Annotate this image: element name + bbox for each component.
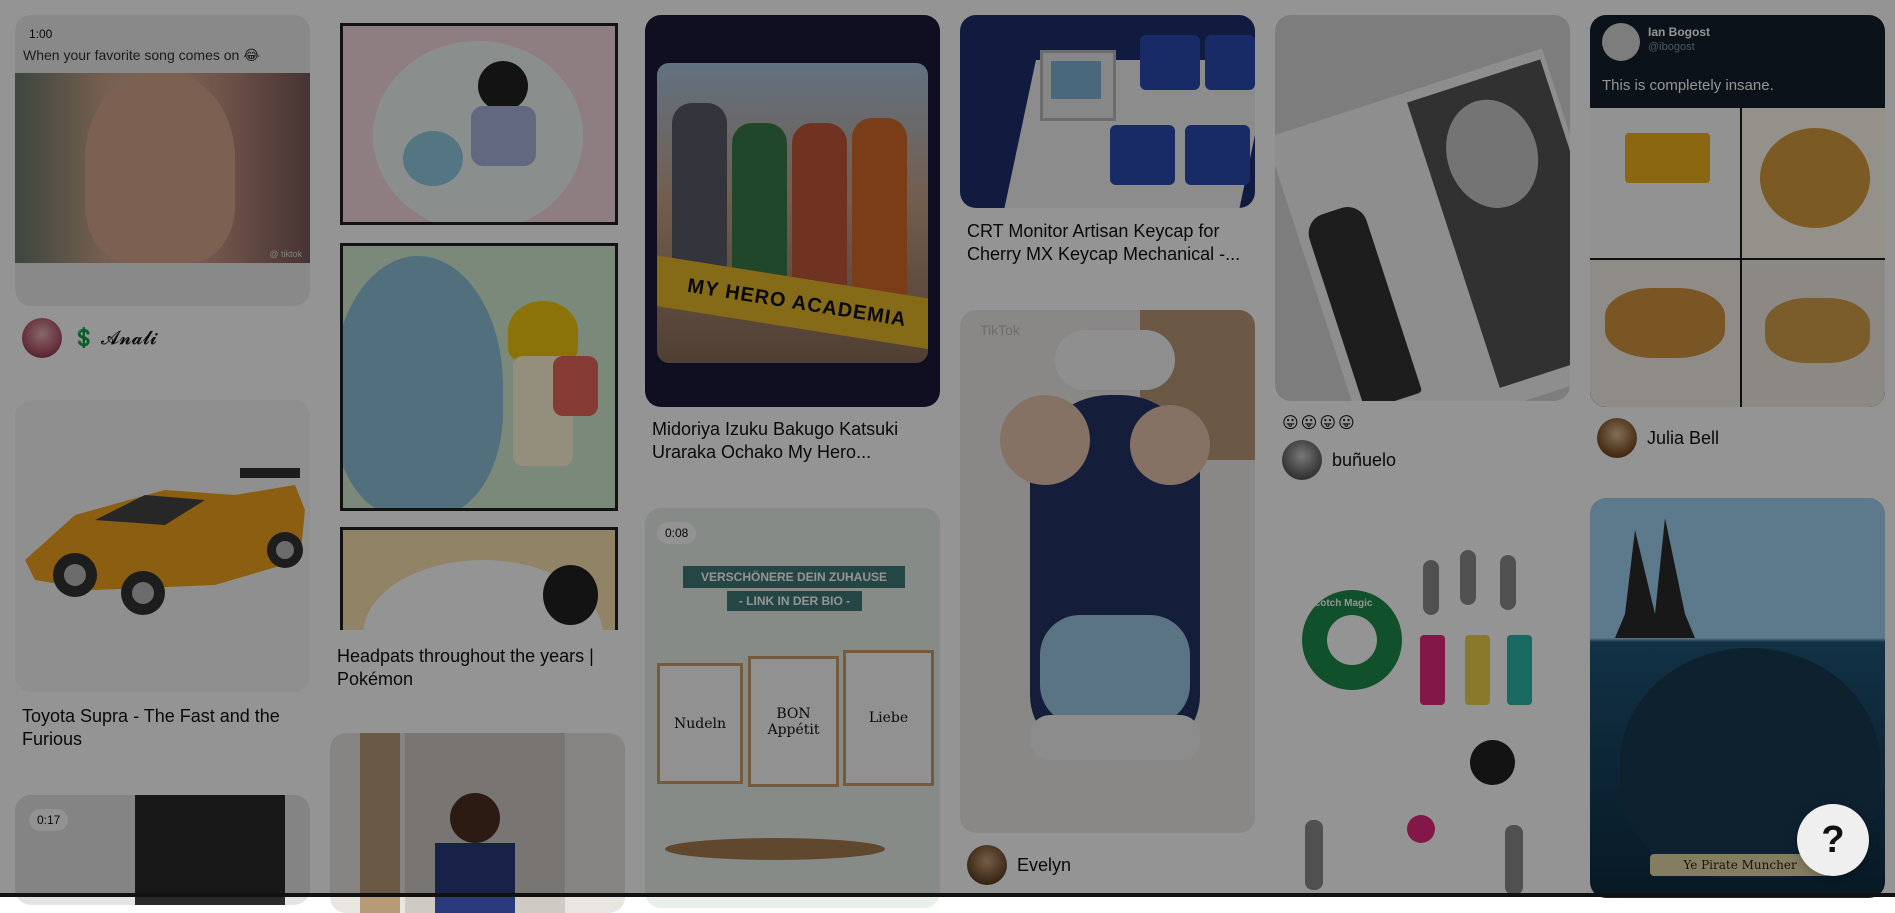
pin-image[interactable] [15, 400, 310, 692]
tweet-name: Ian Bogost [1648, 25, 1710, 39]
pin-image[interactable] [330, 733, 625, 913]
poster-frame: Liebe [843, 650, 934, 786]
tweet-text: This is completely insane. [1602, 77, 1774, 94]
crt-keycap [1040, 50, 1116, 121]
pin-image[interactable]: MY HERO ACADEMIA [645, 15, 940, 407]
comic-panel [340, 23, 618, 225]
car-illustration [25, 468, 305, 615]
video-caption: When your favorite song comes on 😂 [23, 47, 260, 63]
avatar[interactable] [1282, 440, 1322, 480]
pirate-ship [1615, 518, 1695, 638]
video-frame [135, 795, 285, 905]
pin-image[interactable] [960, 15, 1255, 208]
text-banner: VERSCHÖNERE DEIN ZUHAUSE [683, 566, 905, 588]
avatar[interactable] [22, 318, 62, 358]
table [665, 838, 885, 860]
pin-image[interactable] [330, 15, 625, 630]
author-name[interactable]: 💲 𝓐𝓷𝓪𝓵𝓲 [72, 326, 157, 350]
watermark-text: TikTok [980, 322, 1020, 338]
pin-image[interactable]: TikTok [960, 310, 1255, 833]
duration-badge: 0:08 [657, 522, 697, 544]
bottom-edge [0, 893, 1895, 897]
help-icon: ? [1821, 818, 1845, 861]
reactions: 😛😛😛😛 [1282, 415, 1357, 432]
help-button[interactable]: ? [1797, 804, 1869, 876]
poster-frame: Nudeln [657, 663, 743, 784]
tape-label: Scotch Magic [1308, 598, 1373, 609]
tweet-handle: @ibogost [1648, 41, 1695, 53]
pin-title[interactable]: Headpats throughout the years | Pokémon [337, 645, 617, 691]
pin-image[interactable]: Ian Bogost @ibogost This is completely i… [1590, 15, 1885, 407]
video-frame: @ tiktok [15, 73, 310, 263]
pin-author[interactable]: Julia Bell [1597, 418, 1719, 458]
scotch-tape: Scotch Magic [1302, 590, 1402, 690]
author-name[interactable]: Julia Bell [1647, 428, 1719, 449]
duration-badge: 0:17 [29, 809, 69, 831]
pin-image[interactable] [1275, 15, 1570, 401]
avatar[interactable] [967, 845, 1007, 885]
tweet-avatar [1602, 23, 1640, 61]
pin-author[interactable]: Evelyn [967, 845, 1071, 885]
tweet-photo-grid [1590, 108, 1885, 407]
comic-panel [340, 243, 618, 511]
author-name[interactable]: buñuelo [1332, 450, 1396, 471]
open-magazine [1275, 48, 1570, 401]
avatar[interactable] [1597, 418, 1637, 458]
pin-image[interactable]: 0:08 VERSCHÖNERE DEIN ZUHAUSE - LINK IN … [645, 508, 940, 908]
face-shape [85, 73, 235, 263]
comic-panel [340, 527, 618, 630]
pin-title[interactable]: Toyota Supra - The Fast and the Furious [22, 705, 302, 751]
pin-image[interactable]: @ tiktok 1:00 When your favorite song co… [15, 15, 310, 306]
acrylic-stand: MY HERO ACADEMIA [657, 63, 928, 363]
pin-author[interactable]: buñuelo [1282, 440, 1396, 480]
pin-image[interactable]: 0:17 [15, 795, 310, 905]
author-name[interactable]: Evelyn [1017, 855, 1071, 876]
poster-frame: BON Appétit [748, 656, 839, 787]
pin-image[interactable]: Scotch Magic [1275, 520, 1570, 910]
watermark-text: @ tiktok [269, 249, 302, 259]
text-banner: - LINK IN DER BIO - [727, 591, 862, 611]
pin-title[interactable]: CRT Monitor Artisan Keycap for Cherry MX… [967, 220, 1252, 266]
duration-badge: 1:00 [29, 27, 53, 41]
pin-author[interactable]: 💲 𝓐𝓷𝓪𝓵𝓲 [22, 318, 157, 358]
pin-title[interactable]: Midoriya Izuku Bakugo Katsuki Uraraka Oc… [652, 418, 932, 464]
